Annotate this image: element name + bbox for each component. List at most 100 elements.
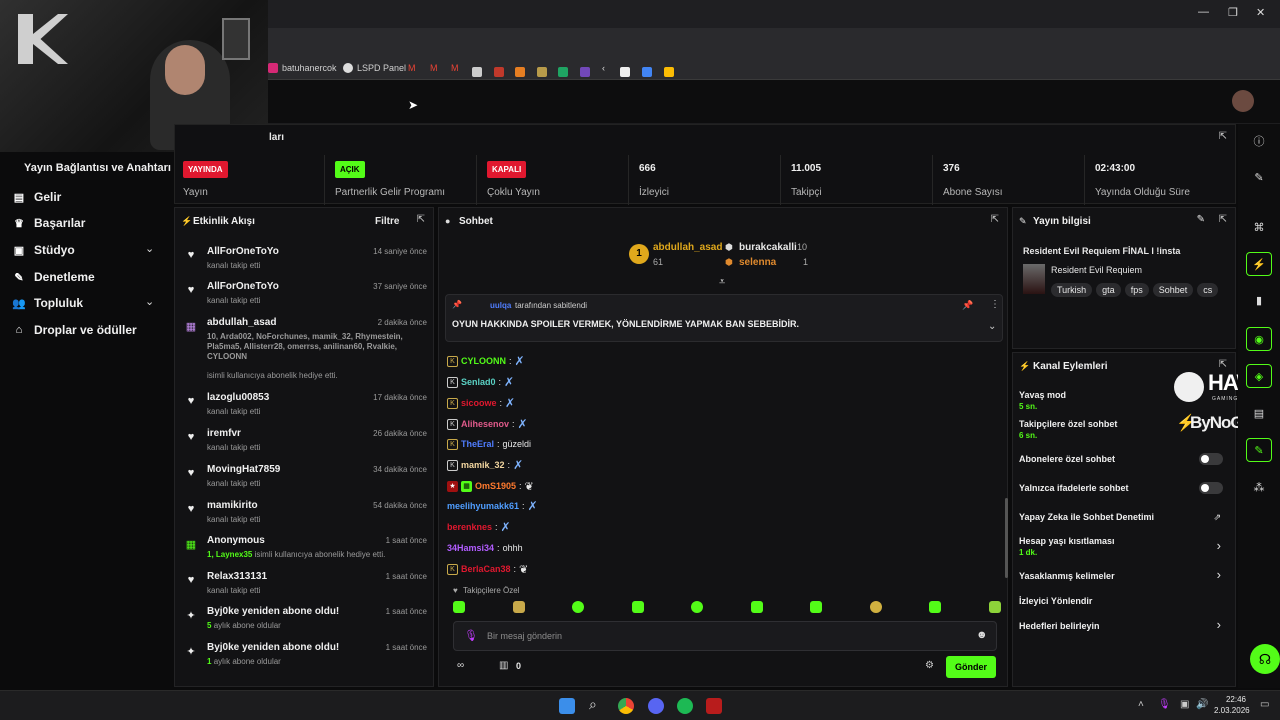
- activity-user[interactable]: AllForOneToYo: [207, 281, 279, 292]
- chat-username[interactable]: meelihyumakk61: [447, 501, 519, 511]
- chevron-down-icon[interactable]: ⌄: [988, 321, 996, 332]
- unpin-icon[interactable]: 📌: [962, 300, 973, 311]
- popout-icon[interactable]: ⇱: [991, 214, 999, 225]
- sidebar-item-gelir[interactable]: ▤ Gelir: [12, 188, 62, 206]
- wifi-icon[interactable]: ▣: [1180, 699, 1189, 710]
- tag[interactable]: gta: [1096, 283, 1121, 297]
- bookmark-icon[interactable]: [537, 64, 547, 80]
- gmail-icon[interactable]: M: [408, 60, 416, 76]
- emote-icon[interactable]: [453, 601, 465, 613]
- support-headset-icon[interactable]: ☊: [1250, 644, 1280, 674]
- bookmark-icon[interactable]: [620, 64, 630, 80]
- clipboard-icon[interactable]: ▮: [1246, 289, 1272, 313]
- bookmark-icon[interactable]: [494, 64, 504, 80]
- setting-goals[interactable]: Hedefleri belirleyin ›: [1019, 617, 1229, 632]
- activity-user[interactable]: Anonymous: [207, 535, 265, 546]
- sub-only-toggle[interactable]: [1199, 453, 1223, 465]
- chat-username[interactable]: OmS1905: [475, 481, 516, 491]
- chat-username[interactable]: Alihesenov: [461, 419, 509, 429]
- more-options-icon[interactable]: ⋮: [990, 299, 1000, 310]
- activity-user[interactable]: lazoglu00853: [207, 392, 269, 403]
- volume-icon[interactable]: 🔊: [1196, 699, 1208, 710]
- chevron-down-icon[interactable]: ⌄: [145, 295, 154, 308]
- bookmark-icon[interactable]: [515, 64, 525, 80]
- external-link-icon[interactable]: ⇗: [1213, 512, 1221, 523]
- setting-account-age[interactable]: Hesap yaşı kısıtlaması 1 dk. ›: [1019, 536, 1229, 557]
- chrome-icon[interactable]: [618, 698, 634, 714]
- chat-username[interactable]: BerlaCan38: [461, 564, 511, 574]
- sidebar-item-denetleme[interactable]: ✎ Denetleme: [12, 268, 94, 286]
- search-icon[interactable]: ⌕: [589, 696, 597, 713]
- emote-only-toggle[interactable]: [1199, 482, 1223, 494]
- capture-icon[interactable]: ⌘: [1246, 216, 1272, 240]
- emote-icon[interactable]: [869, 601, 882, 613]
- chat-username[interactable]: berenknes: [447, 522, 492, 532]
- infinity-icon[interactable]: ∞: [457, 660, 464, 671]
- top-gifter-name[interactable]: burakcakalli: [739, 242, 797, 253]
- bookmark-item[interactable]: batuhanercok: [268, 60, 337, 76]
- store-icon[interactable]: ▥: [499, 660, 508, 671]
- community-icon[interactable]: ⁂: [1246, 476, 1272, 500]
- activity-user[interactable]: AllForOneToYo: [207, 246, 279, 257]
- filter-button[interactable]: Filtre: [375, 216, 399, 227]
- wrench-icon[interactable]: ✎: [1246, 438, 1272, 462]
- activity-user[interactable]: iremfvr: [207, 428, 241, 439]
- tag[interactable]: cs: [1197, 283, 1219, 297]
- microphone-icon[interactable]: 🎙: [464, 629, 478, 642]
- sheets-icon[interactable]: [558, 64, 568, 80]
- chat-scrollbar[interactable]: [1005, 498, 1008, 578]
- activity-user[interactable]: Relax313131: [207, 571, 267, 582]
- gmail-icon[interactable]: M: [430, 60, 438, 76]
- maximize-icon[interactable]: ❐: [1228, 6, 1238, 19]
- chat-username[interactable]: TheEral: [461, 439, 494, 449]
- emote-icon[interactable]: [512, 601, 525, 613]
- drive-icon[interactable]: [664, 64, 674, 80]
- bolt-icon[interactable]: ⚡: [1246, 252, 1272, 276]
- clock-time[interactable]: 22:46: [1222, 695, 1250, 704]
- user-avatar[interactable]: [1232, 90, 1254, 112]
- close-icon[interactable]: ✕: [1256, 6, 1265, 19]
- tag[interactable]: fps: [1124, 283, 1149, 297]
- send-button[interactable]: Gönder: [946, 656, 996, 678]
- sidebar-header[interactable]: Yayın Bağlantısı ve Anahtarı: [24, 162, 171, 174]
- sidebar-item-studyo[interactable]: ▣ Stüdyo: [12, 241, 75, 259]
- activity-user[interactable]: mamikirito: [207, 500, 258, 511]
- forms-icon[interactable]: [580, 64, 590, 80]
- app-icon[interactable]: [706, 698, 722, 714]
- clock-date[interactable]: 2.03.2026: [1214, 706, 1250, 715]
- top-gifter-name[interactable]: abdullah_asad: [653, 242, 722, 253]
- emote-icon[interactable]: [750, 601, 763, 613]
- chat-username[interactable]: mamik_32: [461, 460, 505, 470]
- discord-icon[interactable]: [648, 698, 664, 714]
- sidebar-item-droplar[interactable]: ⌂ Droplar ve ödüller: [12, 321, 137, 339]
- emoji-icon[interactable]: ☻: [976, 629, 988, 641]
- doc-icon[interactable]: [472, 64, 482, 80]
- bookmark-item[interactable]: LSPD Panel: [343, 60, 406, 76]
- popout-icon[interactable]: ⇱: [1219, 131, 1227, 142]
- emote-icon[interactable]: [691, 601, 704, 613]
- gmail-icon[interactable]: M: [451, 60, 459, 76]
- setting-ai-moderation[interactable]: Yapay Zeka ile Sohbet Denetimi ⇗: [1019, 512, 1229, 522]
- activity-user[interactable]: MovingHat7859: [207, 464, 280, 475]
- tray-chevron-icon[interactable]: ˄: [1138, 699, 1144, 710]
- setting-raid[interactable]: İzleyici Yönlendir: [1019, 596, 1229, 606]
- collapse-icon[interactable]: ⩡: [719, 276, 725, 289]
- info-icon[interactable]: ⓘ: [1246, 130, 1272, 154]
- sidebar-item-topluluk[interactable]: 👥 Topluluk: [12, 294, 83, 312]
- kick-icon[interactable]: ‹: [602, 60, 605, 76]
- sidebar-item-basarilar[interactable]: ♛ Başarılar: [12, 214, 85, 232]
- activity-user[interactable]: abdullah_asad: [207, 317, 276, 328]
- chat-username[interactable]: CYLOONN: [461, 356, 506, 366]
- top-gifter-name[interactable]: selenna: [739, 257, 776, 268]
- emote-icon[interactable]: [631, 601, 644, 613]
- notification-icon[interactable]: ▭: [1260, 699, 1269, 710]
- chat-input[interactable]: 🎙 Bir mesaj gönderin ☻: [453, 621, 997, 651]
- drive-icon[interactable]: [642, 64, 652, 80]
- emote-icon[interactable]: [572, 601, 585, 613]
- pinned-by-user[interactable]: uulqa: [490, 301, 511, 310]
- minimize-icon[interactable]: —: [1198, 6, 1209, 18]
- chat-username[interactable]: 34Hamsi34: [447, 543, 494, 553]
- emote-icon[interactable]: [988, 601, 1001, 613]
- activity-user[interactable]: Byj0ke yeniden abone oldu!: [207, 642, 339, 653]
- gear-icon[interactable]: ⚙: [925, 660, 934, 671]
